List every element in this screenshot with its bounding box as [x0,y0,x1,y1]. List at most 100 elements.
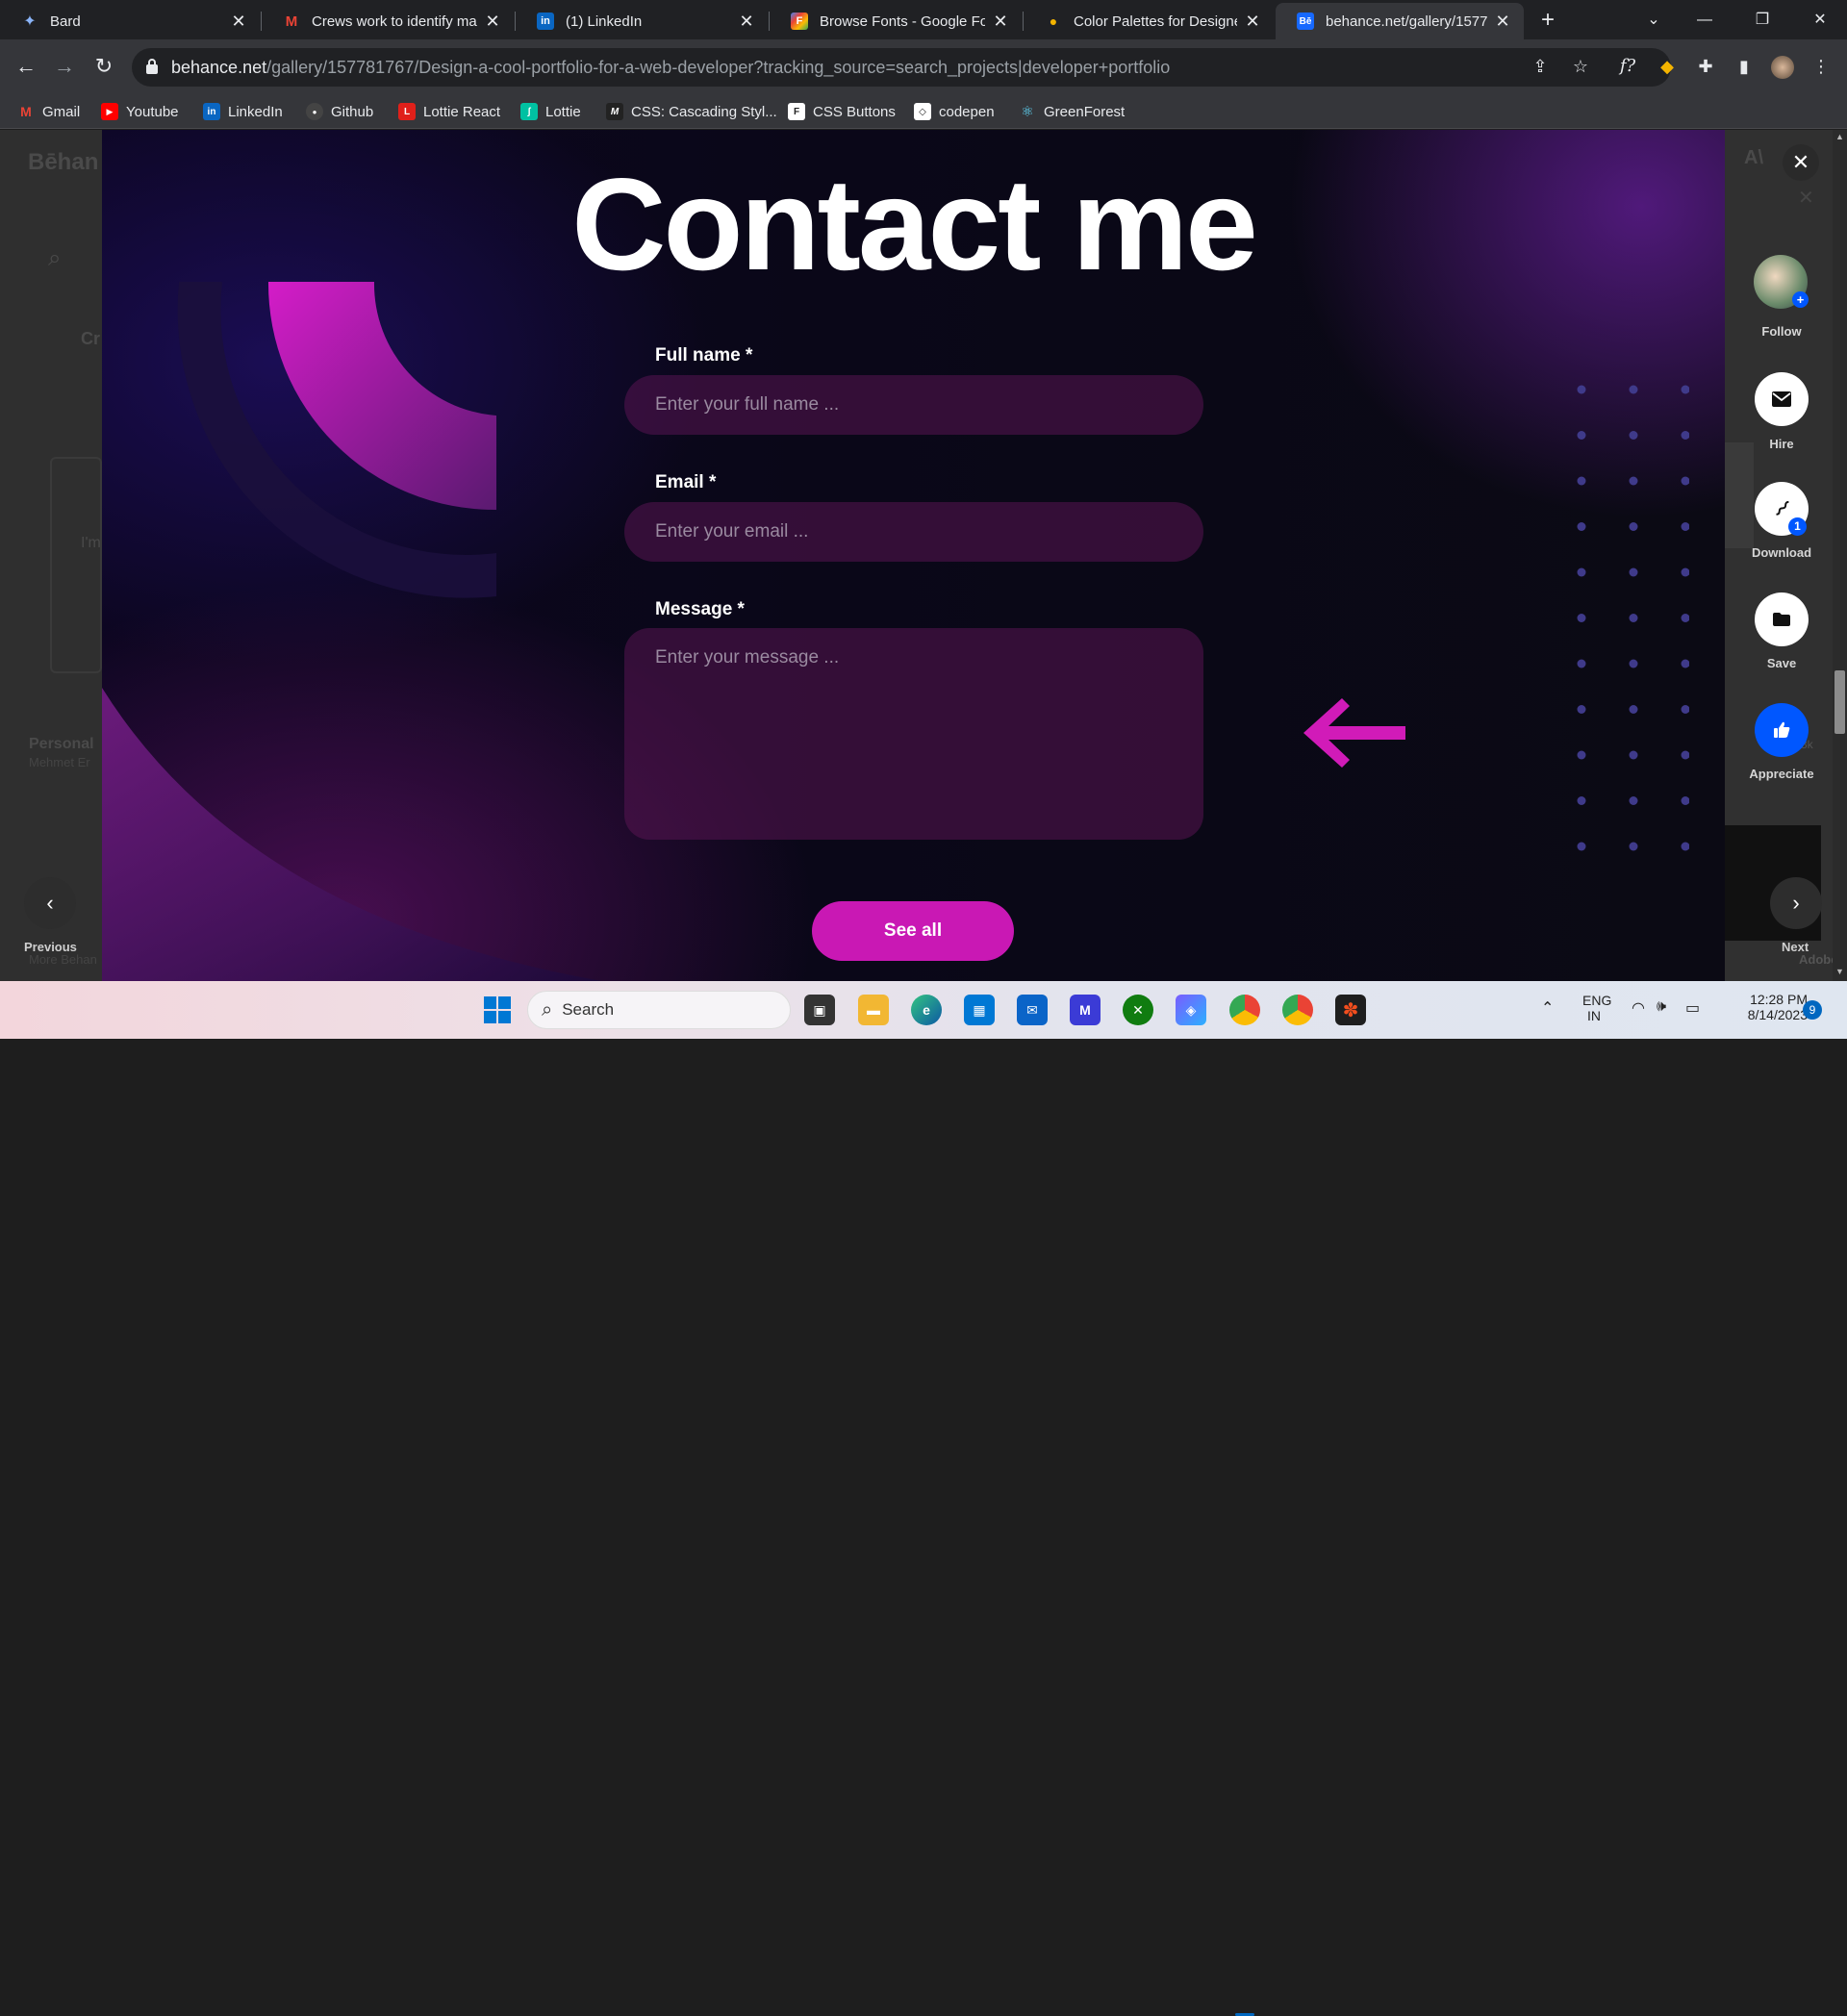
see-all-button[interactable]: See all [812,901,1014,961]
battery-icon[interactable]: ▭ [1685,998,1700,1018]
close-icon[interactable]: ✕ [737,12,756,32]
font-extension-icon[interactable]: f? [1613,52,1642,81]
volume-icon[interactable]: 🕪 [1657,998,1666,1016]
chrome-icon[interactable] [1229,995,1260,1025]
decorative-dot [1629,659,1638,668]
contact-heading: Contact me [571,151,1258,297]
tab-title: behance.net/gallery/15778 [1326,13,1487,30]
tab-google-fonts[interactable]: F Browse Fonts - Google Font ✕ [770,3,1022,39]
minimize-button[interactable]: — [1685,6,1724,35]
tab-title: Browse Fonts - Google Font [820,13,985,30]
scrollbar-thumb[interactable] [1834,670,1845,734]
decorative-dot [1681,796,1689,805]
color-extension-icon[interactable]: ◆ [1653,52,1682,81]
appreciate-button[interactable] [1755,703,1809,757]
close-project-button[interactable]: ✕ [1783,144,1819,181]
save-button[interactable] [1755,592,1809,646]
tab-news[interactable]: M Crews work to identify man ✕ [262,3,514,39]
tab-bard[interactable]: ✦ Bard ✕ [0,3,260,39]
follow-label[interactable]: Follow [1732,324,1832,339]
close-icon[interactable]: ✕ [483,12,502,32]
hire-button[interactable] [1755,372,1809,426]
hire-label[interactable]: Hire [1732,437,1832,451]
background-more-text: More Behan [29,952,97,967]
bard-icon: ✦ [23,13,37,30]
tab-color-palettes[interactable]: ● Color Palettes for Designer ✕ [1024,3,1274,39]
next-project-button[interactable]: › [1770,877,1822,929]
task-view-icon[interactable]: ▣ [804,995,835,1025]
close-icon[interactable]: ✕ [1493,12,1512,32]
clock[interactable]: 12:28 PM 8/14/2023 [1727,992,1808,1022]
email-input[interactable] [624,502,1203,562]
taskbar-search[interactable]: ⌕ Search [527,991,791,1029]
decorative-dot [1681,476,1689,486]
profile-avatar-icon[interactable] [1768,52,1797,81]
xbox-icon[interactable]: ✕ [1123,995,1153,1025]
lock-icon[interactable] [145,58,159,75]
back-button[interactable]: ← [12,52,40,81]
decorative-dot [1577,431,1586,440]
figma-icon[interactable]: ✽ [1335,995,1366,1025]
close-icon[interactable]: ✕ [991,12,1010,32]
share-icon[interactable]: ⇪ [1526,52,1555,81]
side-panel-icon[interactable]: ▮ [1730,52,1758,81]
previous-label[interactable]: Previous [24,940,77,954]
bookmarks-bar: M Gmail ▶ Youtube in LinkedIn ● Github L Lott… [0,94,1847,129]
url-text[interactable]: behance.net/gallery/157781767/Design-a-c… [171,58,1170,78]
bookmark-star-icon[interactable]: ☆ [1566,52,1595,81]
bookmark-css-buttons[interactable]: F CSS Buttons [788,100,896,123]
show-hidden-icons-icon[interactable]: ⌃ [1541,998,1554,1018]
notification-badge[interactable]: 9 [1803,1000,1822,1020]
youtube-icon: ▶ [101,103,118,120]
forward-button[interactable]: → [50,52,79,81]
language-indicator[interactable]: ENG IN [1582,993,1611,1023]
bookmark-css-mdn[interactable]: M CSS: Cascading Styl... [606,100,777,123]
appreciate-label[interactable]: Appreciate [1732,767,1832,781]
scroll-up-icon[interactable]: ▲ [1835,132,1844,141]
tab-behance-active[interactable]: Bē behance.net/gallery/15778 ✕ [1276,3,1524,39]
background-card [50,457,102,673]
extensions-puzzle-icon[interactable]: ✚ [1691,52,1720,81]
tab-linkedin[interactable]: in (1) LinkedIn ✕ [516,3,768,39]
previous-project-button[interactable]: ‹ [24,877,76,929]
full-name-input[interactable] [624,375,1203,435]
save-label[interactable]: Save [1732,656,1832,670]
new-tab-button[interactable]: + [1533,8,1562,35]
bookmark-codepen[interactable]: ◇ codepen [914,100,995,123]
reload-button[interactable]: ↻ [89,52,118,81]
clock-time: 12:28 PM [1750,992,1808,1007]
message-textarea[interactable] [624,628,1203,840]
bookmark-gmail[interactable]: M Gmail [17,100,80,123]
app-icon[interactable]: M [1070,995,1101,1025]
browser-menu-icon[interactable]: ⋮ [1807,52,1835,81]
bookmark-linkedin[interactable]: in LinkedIn [203,100,283,123]
close-icon[interactable]: ✕ [1243,12,1262,32]
close-window-button[interactable]: ✕ [1801,6,1839,35]
behance-logo: Bēhan [28,149,99,175]
bookmark-lottie[interactable]: ʃ Lottie [520,100,581,123]
language-code: ENG [1582,993,1612,1008]
bookmark-github[interactable]: ● Github [306,100,373,123]
tab-title: Bard [50,13,81,30]
next-label[interactable]: Next [1782,940,1809,954]
download-label[interactable]: Download [1732,545,1832,560]
wifi-icon[interactable]: ◠ [1632,998,1645,1018]
close-icon[interactable]: ✕ [229,12,248,32]
bookmark-youtube[interactable]: ▶ Youtube [101,100,179,123]
tab-search-button[interactable]: ⌄ [1634,6,1673,35]
scroll-down-icon[interactable]: ▼ [1835,967,1844,976]
email-label: Email * [655,472,717,492]
microsoft-store-icon[interactable]: ▦ [964,995,995,1025]
chrome-profile-icon[interactable] [1282,995,1313,1025]
copilot-icon[interactable]: ◈ [1176,995,1206,1025]
file-explorer-icon[interactable]: ▬ [858,995,889,1025]
edge-icon[interactable]: e [911,995,942,1025]
mail-icon[interactable]: ✉ [1017,995,1048,1025]
bookmark-lottie-react[interactable]: L Lottie React [398,100,500,123]
page-scrollbar[interactable]: ▲ ▼ [1833,130,1847,981]
follow-plus-icon[interactable]: + [1792,291,1809,308]
windows-start-icon[interactable] [482,995,513,1025]
bookmark-greenforest[interactable]: ⚛ GreenForest [1019,100,1125,123]
restore-button[interactable]: ❐ [1743,6,1782,35]
address-bar[interactable]: behance.net/gallery/157781767/Design-a-c… [132,48,1671,87]
